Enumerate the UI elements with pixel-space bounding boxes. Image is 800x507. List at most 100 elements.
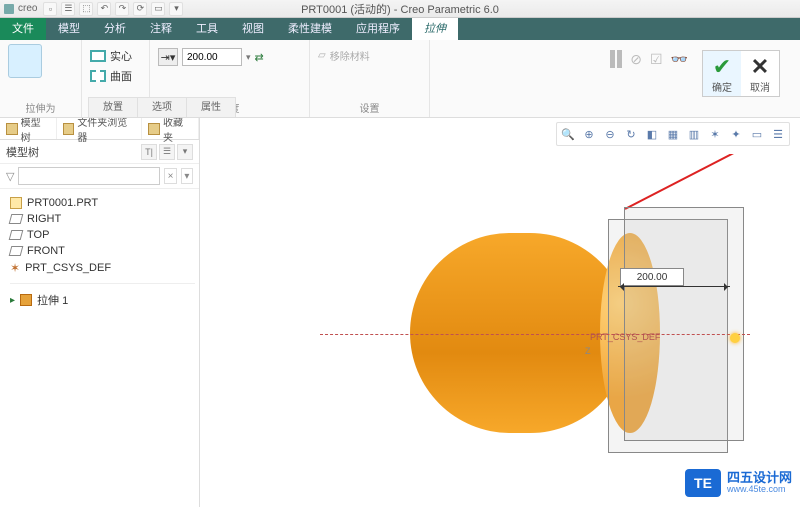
tab-view[interactable]: 视图 [230,18,276,40]
extrude-feature-icon[interactable] [8,44,42,78]
group-extrude-as-label: 拉伸为 [8,100,73,115]
depth-value-input[interactable] [182,48,242,66]
tree-show-icon[interactable]: ☰ [159,144,175,160]
content-area: 模型树 文件夹浏览器 收藏夹 模型树 T| ☰ ▾ ▽ × ▾ PRT0001.… [0,118,800,507]
depth-dropdown-icon[interactable]: ▾ [246,52,251,63]
tab-apps[interactable]: 应用程序 [344,18,412,40]
verify-icon[interactable]: ☑ [650,51,663,68]
tree-feature-extrude[interactable]: ▸ 拉伸 1 [10,290,195,310]
window-title: PRT0001 (活动的) - Creo Parametric 6.0 [301,1,499,17]
model-preview [390,213,690,443]
watermark-url: www.45te.com [727,485,792,495]
pause-icon[interactable] [610,50,622,68]
axis-z-label: Z [585,346,591,356]
tab-tools[interactable]: 工具 [184,18,230,40]
tree-datum-right-label: RIGHT [27,213,61,225]
navigator-tabs: 模型树 文件夹浏览器 收藏夹 [0,118,199,140]
depth-type-dropdown[interactable]: ⇥▾ [158,48,178,66]
repaint-icon[interactable]: ↻ [622,125,640,143]
tree-datum-front-label: FRONT [27,245,65,257]
group-extrude-as: 拉伸为 [0,40,82,117]
expand-icon[interactable]: ▸ [10,295,15,306]
tree-icon [6,123,18,135]
check-icon: ✔ [713,57,731,77]
datum-plane-icon [9,214,24,224]
tree-datum-right[interactable]: RIGHT [10,211,195,227]
navigator-panel: 模型树 文件夹浏览器 收藏夹 模型树 T| ☰ ▾ ▽ × ▾ PRT0001.… [0,118,200,507]
subtab-options[interactable]: 选项 [137,97,187,117]
subtab-placement[interactable]: 放置 [88,97,138,117]
zoom-in-icon[interactable]: ⊕ [580,125,598,143]
tree-filter-input[interactable] [18,167,160,185]
tree-more-icon[interactable]: ▾ [177,144,193,160]
funnel-icon[interactable]: ▽ [6,170,14,183]
tab-file[interactable]: 文件 [0,18,46,40]
tree-insert-marker: ▸ 拉伸 1 [10,283,195,310]
subtab-properties[interactable]: 属性 [186,97,236,117]
confirm-button[interactable]: ✔ 确定 [703,51,741,96]
solid-label: 实心 [110,48,132,64]
tree-root[interactable]: PRT0001.PRT [10,195,195,211]
perspective-icon[interactable]: ▭ [748,125,766,143]
view-manager-icon[interactable]: ☰ [769,125,787,143]
nav-tab-model-tree-label: 模型树 [21,114,50,144]
tree-datum-front[interactable]: FRONT [10,243,195,259]
depth-dimension[interactable]: 200.00 [620,268,684,286]
tree-root-label: PRT0001.PRT [27,197,98,209]
flip-direction-icon[interactable]: ⇄ [255,51,264,64]
nav-tab-model-tree[interactable]: 模型树 [0,118,57,139]
display-style-icon[interactable]: ◧ [643,125,661,143]
tree-settings-icon[interactable]: T| [141,144,157,160]
annotation-arrow [620,154,800,214]
remove-material-label: 移除材料 [330,48,370,63]
dimension-leader [618,286,730,287]
tab-flex[interactable]: 柔性建模 [276,18,344,40]
tab-analysis[interactable]: 分析 [92,18,138,40]
refit-icon[interactable]: 🔍 [559,125,577,143]
qat-regen-icon[interactable]: ⟳ [133,2,147,16]
solid-icon[interactable] [90,50,106,62]
group-settings: ▱移除材料 设置 [310,40,430,117]
tree-datum-top-label: TOP [27,229,49,241]
graphics-viewport[interactable]: 🔍 ⊕ ⊖ ↻ ◧ ▦ ▥ ✶ ✦ ▭ ☰ 200.00 PRT_CSYS_DE… [200,118,800,507]
tree-filter-row: ▽ × ▾ [0,164,199,189]
tab-annotate[interactable]: 注释 [138,18,184,40]
cancel-button[interactable]: ✕ 取消 [741,51,779,96]
glasses-icon[interactable]: 👓 [671,51,688,68]
qat-save-icon[interactable]: ⬚ [79,2,93,16]
filter-menu-icon[interactable]: ▾ [181,168,193,184]
nav-tab-folder[interactable]: 文件夹浏览器 [57,118,143,139]
qat-more-icon[interactable]: ▾ [169,2,183,16]
surface-icon[interactable] [90,70,106,82]
tree-datum-top[interactable]: TOP [10,227,195,243]
app-brand: creo [18,3,37,14]
confirm-label: 确定 [712,79,732,94]
annotation-display-icon[interactable]: ✶ [706,125,724,143]
nav-tab-folder-label: 文件夹浏览器 [77,114,135,144]
nav-tab-favorites[interactable]: 收藏夹 [142,118,199,139]
title-bar: creo ▫ ☰ ⬚ ↶ ↷ ⟳ ▭ ▾ PRT0001 (活动的) - Cre… [0,0,800,18]
clear-filter-icon[interactable]: × [164,168,176,184]
nav-tab-fav-label: 收藏夹 [163,114,192,144]
qat-undo-icon[interactable]: ↶ [97,2,111,16]
tree-csys[interactable]: ✶PRT_CSYS_DEF [10,259,195,277]
remove-material-icon[interactable]: ▱ [318,50,326,61]
no-preview-icon[interactable]: ⊘ [630,51,642,68]
qat-new-icon[interactable]: ▫ [43,2,57,16]
tree-tools: T| ☰ ▾ [141,144,193,160]
spin-center-icon[interactable]: ✦ [727,125,745,143]
datum-plane-icon [9,230,24,240]
qat-open-icon[interactable]: ☰ [61,2,75,16]
datum-display-icon[interactable]: ▥ [685,125,703,143]
tree-header: 模型树 T| ☰ ▾ [0,140,199,164]
qat-redo-icon[interactable]: ↷ [115,2,129,16]
ribbon-tab-bar: 文件 模型 分析 注释 工具 视图 柔性建模 应用程序 拉伸 [0,18,800,40]
zoom-out-icon[interactable]: ⊖ [601,125,619,143]
tab-extrude[interactable]: 拉伸 [412,18,458,40]
model-tree: PRT0001.PRT RIGHT TOP FRONT ✶PRT_CSYS_DE… [0,189,199,316]
tab-model[interactable]: 模型 [46,18,92,40]
qat-windows-icon[interactable]: ▭ [151,2,165,16]
drag-handle-icon[interactable] [730,333,740,343]
dashboard-subtabs: 放置 选项 属性 [88,97,235,117]
saved-views-icon[interactable]: ▦ [664,125,682,143]
